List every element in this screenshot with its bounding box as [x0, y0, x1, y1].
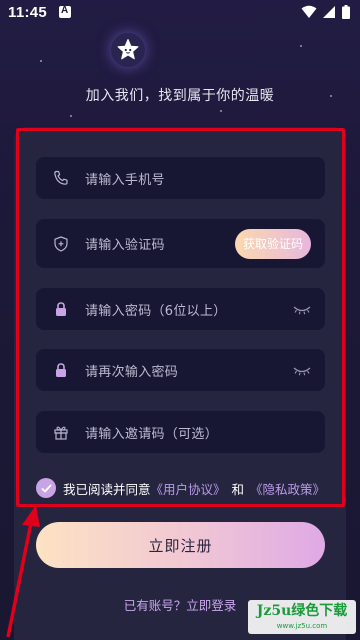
background-star — [70, 115, 72, 117]
status-time: 11:45 — [8, 3, 48, 21]
wifi-icon — [301, 5, 317, 18]
notification-icon — [59, 5, 72, 18]
star-face-icon — [117, 39, 139, 60]
watermark-title: Jz5u绿色下载 — [256, 603, 348, 619]
register-button[interactable]: 立即注册 — [36, 522, 325, 568]
signal-icon — [323, 6, 335, 18]
tagline: 加入我们，找到属于你的温暖 — [85, 88, 275, 104]
battery-icon — [342, 5, 350, 19]
status-icons — [301, 5, 350, 19]
status-bar: 11:45 — [0, 0, 360, 24]
background-star — [40, 60, 42, 62]
background-star — [220, 110, 222, 112]
annotation-arrow — [6, 505, 40, 638]
annotation-highlight-box — [16, 128, 345, 507]
app-logo — [111, 33, 145, 67]
background-star — [300, 45, 302, 47]
watermark: Jz5u绿色下载 www.jz5u.com — [248, 600, 356, 634]
watermark-url: www.jz5u.com — [276, 622, 328, 630]
